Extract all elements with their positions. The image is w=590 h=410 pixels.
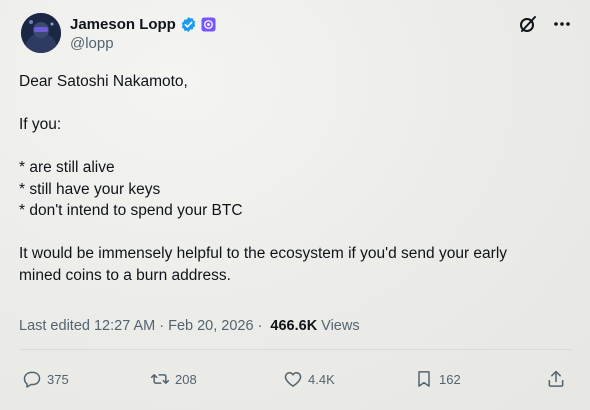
tweet-line: If you:: [19, 116, 62, 133]
like-count: 4.4K: [308, 371, 335, 387]
avatar-image: [21, 13, 61, 53]
reply-button[interactable]: 375: [22, 365, 69, 393]
tweet-line: * don't intend to spend your BTC: [19, 202, 243, 219]
meta-separator: ·: [257, 318, 263, 334]
tweet-line: * are still alive: [19, 159, 115, 176]
top-actions: [518, 14, 572, 34]
bookmark-button[interactable]: 162: [414, 365, 461, 393]
divider: [19, 349, 572, 350]
tweet-text: Dear Satoshi Nakamoto, If you: * are sti…: [19, 71, 579, 286]
action-bar: 375 208 4.4K 162: [0, 365, 590, 395]
author-handle[interactable]: @lopp: [70, 35, 114, 52]
views-count: 466.6K: [270, 318, 318, 334]
tweet-line: * still have your keys: [19, 180, 161, 198]
views-label: Views: [321, 318, 360, 334]
author-name-row: Jameson Lopp: [70, 14, 216, 34]
tweet-date[interactable]: Feb 20, 2026: [168, 318, 253, 334]
affiliate-badge-icon[interactable]: [201, 16, 216, 32]
author-display-name[interactable]: Jameson Lopp: [70, 16, 176, 33]
bookmark-count: 162: [439, 371, 461, 387]
repost-button[interactable]: 208: [150, 365, 197, 393]
more-options-icon[interactable]: [552, 14, 572, 34]
like-button[interactable]: 4.4K: [283, 365, 335, 393]
repost-icon: [150, 374, 170, 384]
share-button[interactable]: [546, 365, 566, 393]
tweet-line: mined coins to a burn address.: [19, 266, 231, 284]
reply-icon: [23, 371, 41, 388]
tweet-card: Jameson Lopp @lopp Dear Satoshi Nakamoto…: [0, 0, 590, 410]
meta-separator: ·: [159, 318, 165, 334]
tweet-line: Dear Satoshi Nakamoto,: [19, 73, 188, 90]
share-icon: [548, 370, 564, 387]
reply-count: 375: [47, 371, 69, 387]
edited-label[interactable]: Last edited 12:27 AM: [19, 318, 155, 334]
tweet-line: It would be immensely helpful to the eco…: [19, 245, 508, 262]
tweet-meta: Last edited 12:27 AM · Feb 20, 2026 · 46…: [19, 318, 360, 334]
avatar[interactable]: [21, 13, 61, 53]
bookmark-icon: [418, 371, 430, 387]
repost-count: 208: [175, 371, 197, 387]
verified-badge-icon: [180, 16, 197, 33]
grok-icon[interactable]: [518, 14, 538, 34]
like-icon: [284, 372, 302, 387]
